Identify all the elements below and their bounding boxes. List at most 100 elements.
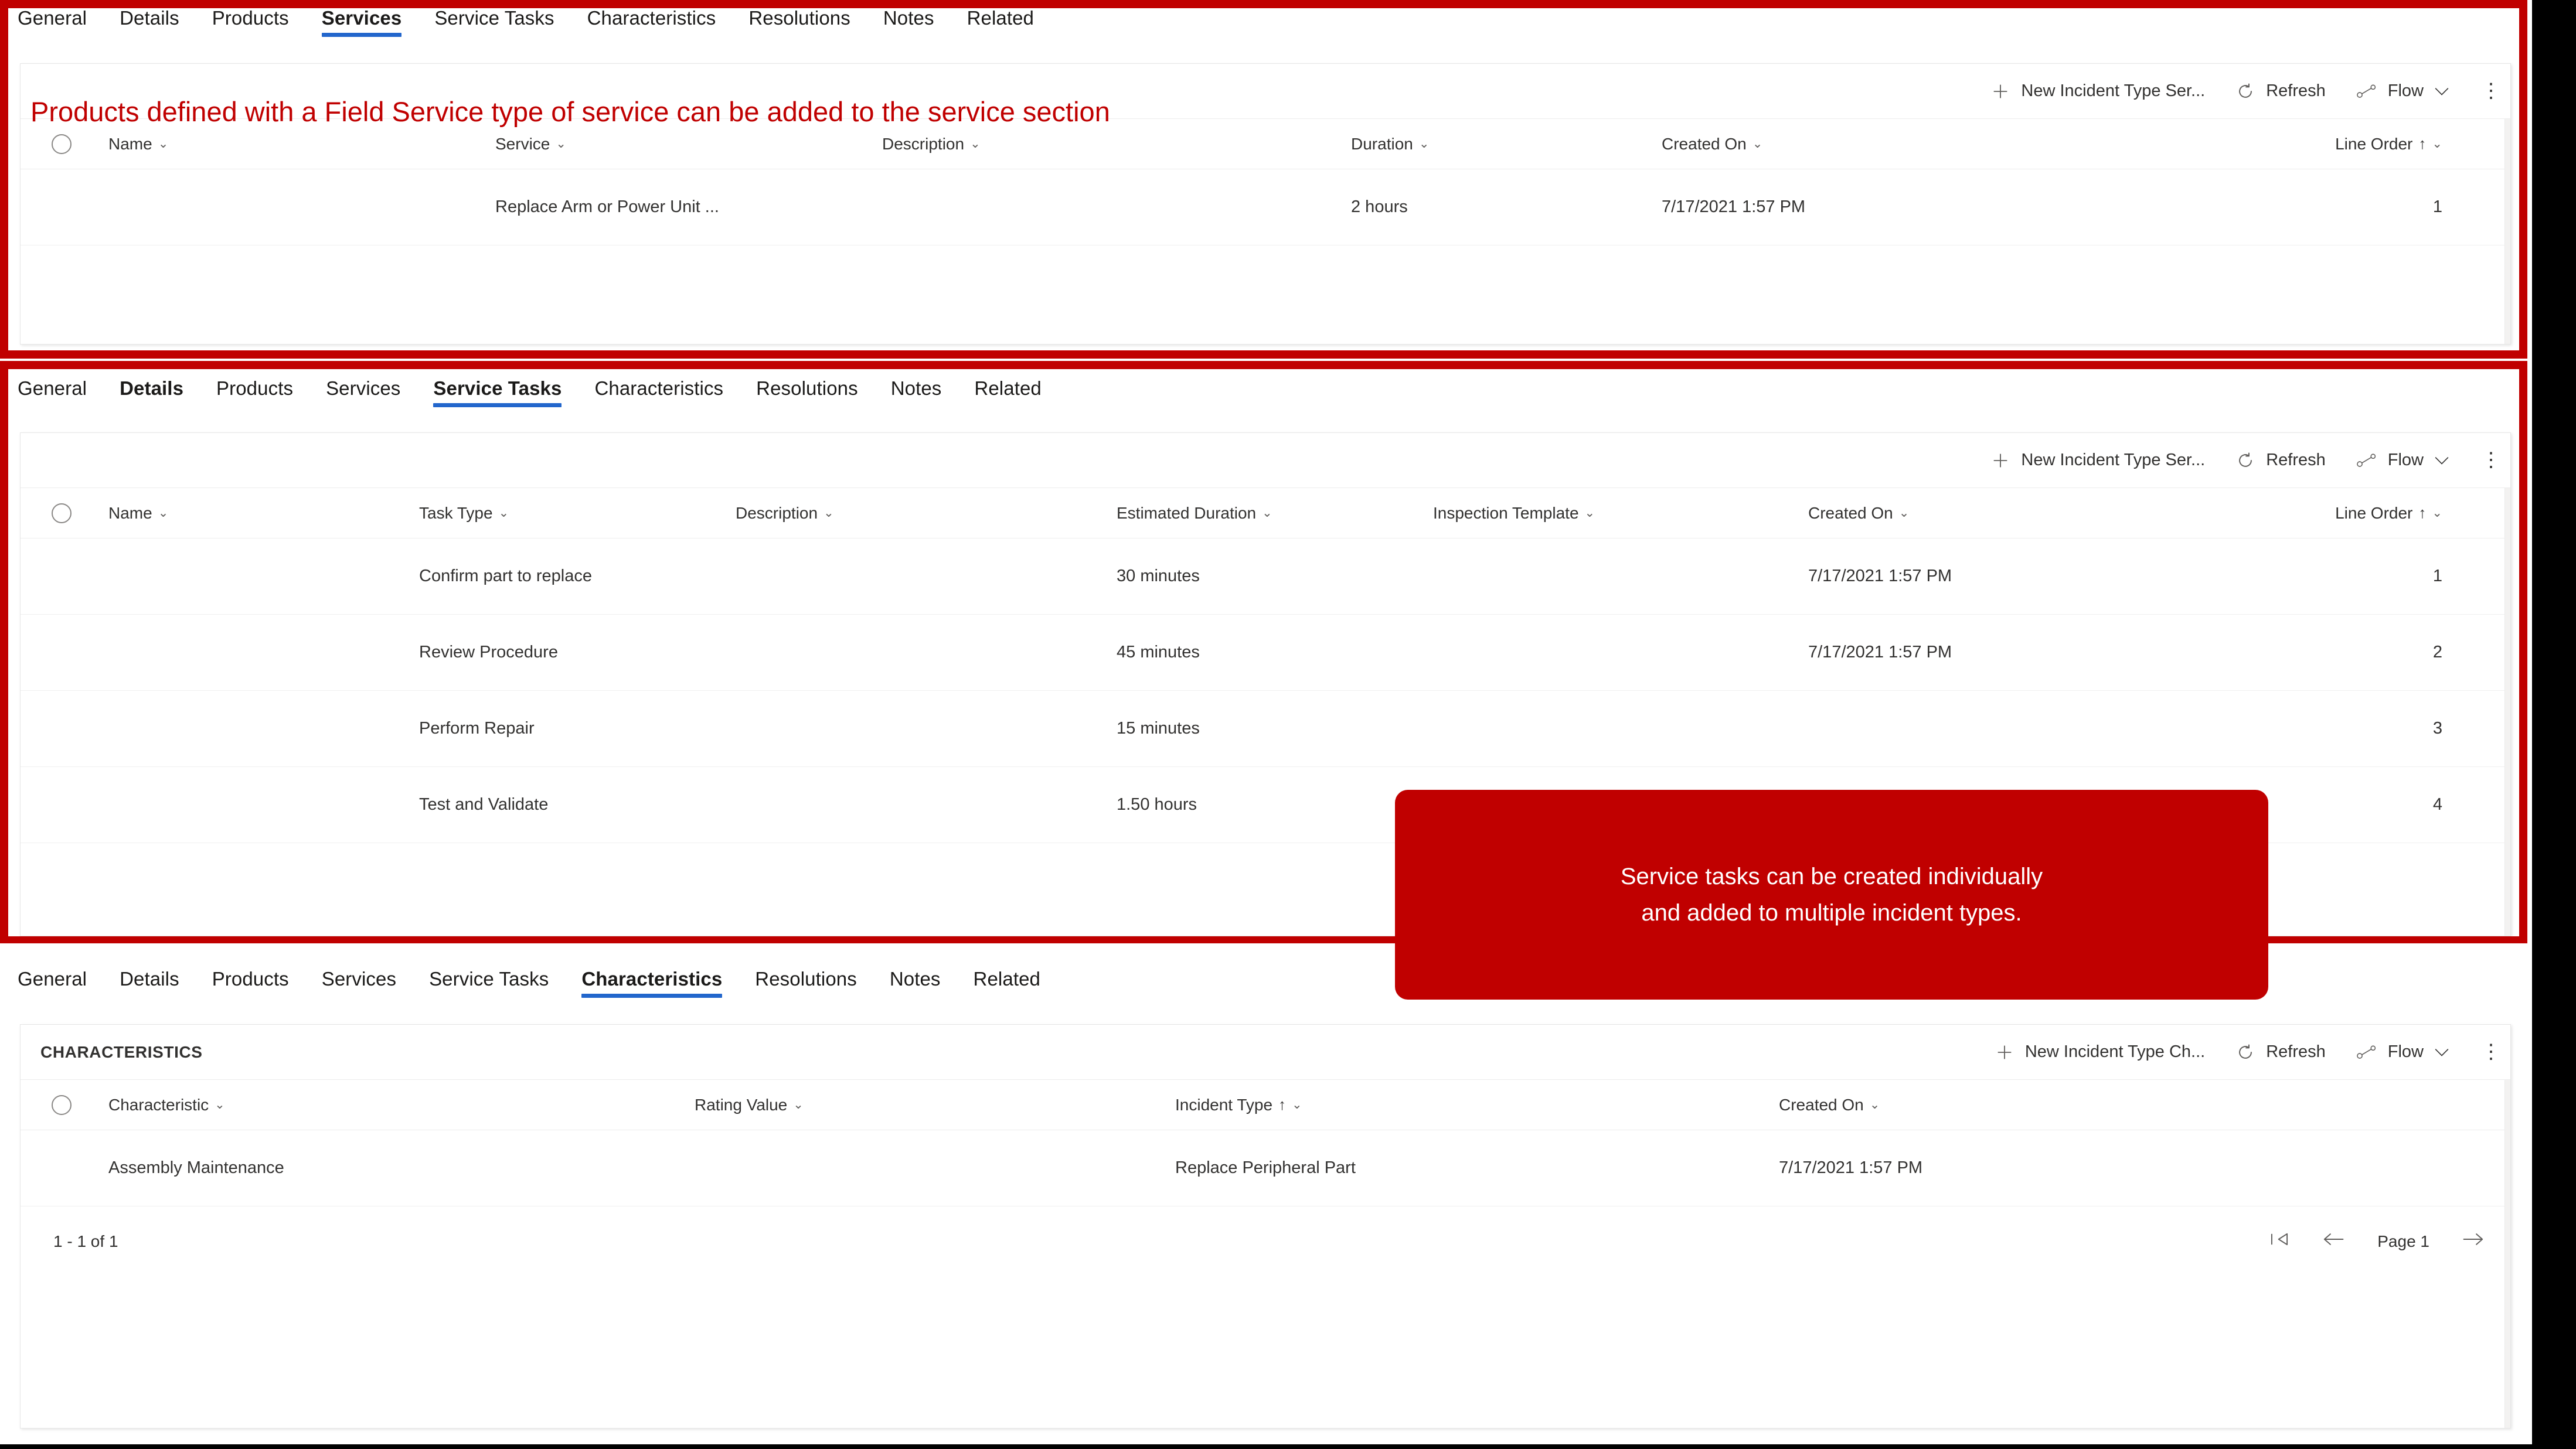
column-header-service[interactable]: Service ⌄ (489, 135, 876, 154)
tab-resolutions[interactable]: Resolutions (756, 379, 858, 407)
new-incident-type-service-button[interactable]: New Incident Type Ser... (1990, 81, 2205, 101)
tab-characteristics[interactable]: Characteristics (581, 969, 723, 998)
grid-scrollbar[interactable] (2504, 433, 2510, 936)
column-header-duration[interactable]: Duration ⌄ (1345, 135, 1656, 154)
column-header-rating-value[interactable]: Rating Value ⌄ (689, 1096, 1169, 1114)
record-count-label: 1 - 1 of 1 (53, 1232, 118, 1250)
tab-general[interactable]: General (18, 379, 87, 407)
flow-icon (2356, 83, 2377, 100)
select-all-cell[interactable] (21, 1095, 103, 1115)
tab-service-tasks[interactable]: Service Tasks (434, 8, 554, 37)
chevron-down-icon: ⌄ (1898, 506, 1910, 520)
column-header-task-type[interactable]: Task Type ⌄ (413, 504, 730, 523)
cell-task-type-link[interactable]: Perform Repair (413, 719, 730, 738)
next-page-icon[interactable] (2462, 1232, 2485, 1252)
tab-notes[interactable]: Notes (890, 969, 941, 998)
column-header-description[interactable]: Description ⌄ (876, 135, 1345, 154)
cell-line-order: 2 (2432, 643, 2442, 662)
column-header-name[interactable]: Name ⌄ (103, 504, 413, 523)
first-page-icon[interactable] (2269, 1231, 2289, 1252)
column-header-estimated-duration[interactable]: Estimated Duration ⌄ (1111, 504, 1427, 523)
refresh-button[interactable]: Refresh (2235, 451, 2326, 471)
add-icon (1990, 451, 2010, 471)
flow-button[interactable]: Flow (2356, 83, 2449, 100)
cell-created-on: 7/17/2021 1:57 PM (1662, 197, 1806, 216)
tab-characteristics[interactable]: Characteristics (594, 379, 723, 407)
column-header-label: Line Order (2335, 134, 2413, 153)
column-header-incident-type[interactable]: Incident Type ↑ ⌄ (1169, 1096, 1773, 1114)
chevron-down-icon (2434, 455, 2449, 466)
new-incident-type-characteristic-button[interactable]: New Incident Type Ch... (1995, 1042, 2205, 1062)
refresh-button[interactable]: Refresh (2235, 81, 2326, 101)
chevron-down-icon: ⌄ (1752, 137, 1763, 151)
grid-scrollbar[interactable] (2504, 1025, 2510, 1428)
cell-task-type-link[interactable]: Review Procedure (413, 643, 730, 662)
new-incident-type-service-task-button[interactable]: New Incident Type Ser... (1990, 451, 2205, 471)
tab-products[interactable]: Products (216, 379, 293, 407)
table-row[interactable]: Confirm part to replace 30 minutes 7/17/… (21, 538, 2510, 615)
cell-task-type-link[interactable]: Confirm part to replace (413, 567, 730, 586)
tab-services[interactable]: Services (326, 379, 400, 407)
tab-service-tasks[interactable]: Service Tasks (429, 969, 549, 998)
column-header-created-on[interactable]: Created On ⌄ (1802, 504, 2213, 523)
cell-estimated-duration: 30 minutes (1117, 567, 1200, 585)
tab-service-tasks[interactable]: Service Tasks (433, 379, 562, 407)
tab-characteristics[interactable]: Characteristics (587, 8, 716, 37)
chevron-down-icon: ⌄ (498, 506, 509, 520)
column-header-created-on[interactable]: Created On ⌄ (1773, 1096, 2510, 1114)
cell-task-type-link[interactable]: Test and Validate (413, 795, 730, 814)
chevron-down-icon: ⌄ (1869, 1098, 1880, 1112)
cell-characteristic-link[interactable]: Assembly Maintenance (103, 1158, 689, 1178)
column-header-label: Created On (1662, 134, 1747, 153)
more-commands-icon[interactable]: ⋮ (2481, 1042, 2501, 1062)
sort-ascending-icon: ↑ (1278, 1096, 1287, 1113)
column-header-characteristic[interactable]: Characteristic ⌄ (103, 1096, 689, 1114)
column-header-description[interactable]: Description ⌄ (730, 504, 1111, 523)
previous-page-icon[interactable] (2322, 1232, 2344, 1252)
table-row[interactable]: Assembly Maintenance Replace Peripheral … (21, 1130, 2510, 1206)
tab-products[interactable]: Products (212, 969, 289, 998)
tab-related[interactable]: Related (974, 379, 1041, 407)
new-button-label: New Incident Type Ch... (2024, 1042, 2206, 1061)
refresh-button[interactable]: Refresh (2235, 1042, 2326, 1062)
more-commands-icon[interactable]: ⋮ (2481, 81, 2501, 101)
flow-button[interactable]: Flow (2356, 452, 2449, 469)
tabstrip-service-tasks: General Details Products Services Servic… (0, 370, 2532, 415)
select-all-cell[interactable] (21, 134, 103, 154)
tab-related[interactable]: Related (967, 8, 1034, 37)
column-header-line-order[interactable]: Line Order ↑ ⌄ (2172, 135, 2510, 154)
tab-general[interactable]: General (18, 969, 87, 998)
table-row[interactable]: Replace Arm or Power Unit ... 2 hours 7/… (21, 169, 2510, 246)
tab-details[interactable]: Details (120, 379, 183, 407)
tab-details[interactable]: Details (120, 969, 179, 998)
cell-service-link[interactable]: Replace Arm or Power Unit ... (489, 197, 876, 217)
more-commands-icon[interactable]: ⋮ (2481, 450, 2501, 470)
select-all-circle-icon[interactable] (52, 1095, 72, 1115)
column-header-name[interactable]: Name ⌄ (103, 135, 489, 154)
tab-general[interactable]: General (18, 8, 87, 37)
tab-details[interactable]: Details (120, 8, 179, 37)
tab-products[interactable]: Products (212, 8, 289, 37)
chevron-down-icon: ⌄ (556, 137, 566, 151)
tab-resolutions[interactable]: Resolutions (755, 969, 857, 998)
tab-related[interactable]: Related (974, 969, 1040, 998)
tab-services[interactable]: Services (322, 969, 396, 998)
select-all-cell[interactable] (21, 503, 103, 523)
cell-incident-type-link[interactable]: Replace Peripheral Part (1169, 1158, 1773, 1178)
characteristics-command-bar: CHARACTERISTICS New Incident Type Ch... … (21, 1025, 2510, 1080)
tab-notes[interactable]: Notes (891, 379, 942, 407)
table-row[interactable]: Review Procedure 45 minutes 7/17/2021 1:… (21, 615, 2510, 691)
page-number-label: Page 1 (2377, 1232, 2429, 1250)
tab-services[interactable]: Services (321, 8, 402, 37)
column-header-inspection-template[interactable]: Inspection Template ⌄ (1427, 504, 1802, 523)
chevron-down-icon (2434, 86, 2449, 97)
flow-button[interactable]: Flow (2356, 1044, 2449, 1061)
table-row[interactable]: Perform Repair 15 minutes 3 (21, 691, 2510, 767)
chevron-down-icon: ⌄ (970, 137, 981, 151)
column-header-created-on[interactable]: Created On ⌄ (1656, 135, 2172, 154)
column-header-line-order[interactable]: Line Order ↑ ⌄ (2213, 504, 2510, 523)
tab-notes[interactable]: Notes (883, 8, 934, 37)
tab-resolutions[interactable]: Resolutions (748, 8, 850, 37)
select-all-circle-icon[interactable] (52, 503, 72, 523)
select-all-circle-icon[interactable] (52, 134, 72, 154)
